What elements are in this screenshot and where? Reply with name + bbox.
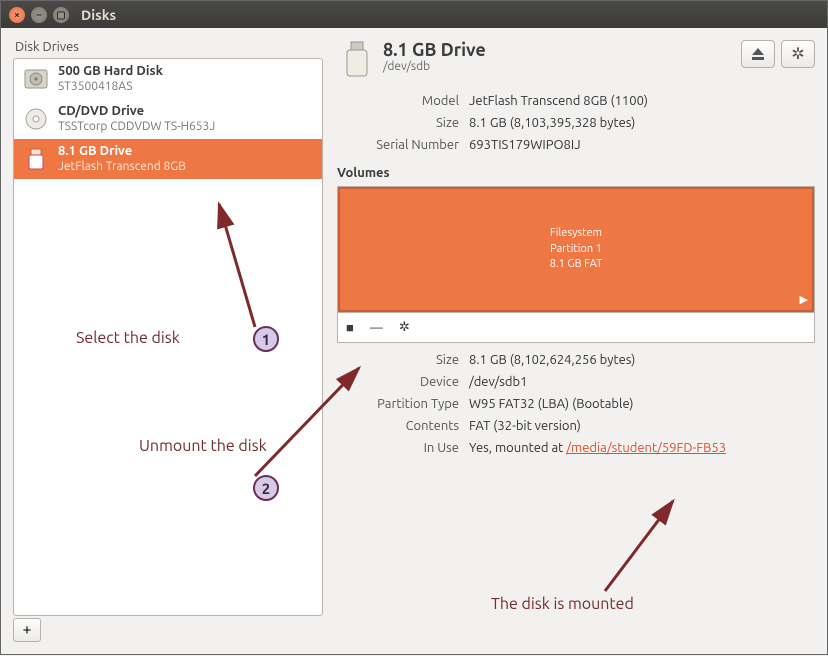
usb-drive-icon: [337, 40, 377, 80]
drive-subtitle: JetFlash Transcend 8GB: [58, 160, 186, 174]
annotation-text-1: Select the disk: [76, 329, 180, 347]
drive-subtitle: TSSTcorp CDDVDW TS-H653J: [58, 120, 215, 134]
eject-button[interactable]: [741, 40, 775, 68]
value-part-size: 8.1 GB (8,102,624,256 bytes): [469, 353, 815, 367]
usb-icon: [22, 145, 50, 173]
detail-pane: 8.1 GB Drive /dev/sdb ✲ ModelJetFlash Tr…: [337, 40, 815, 642]
unmount-button[interactable]: ■: [346, 320, 354, 335]
annotation-badge-2: 2: [253, 475, 279, 501]
disc-icon: [22, 105, 50, 133]
label-contents: Contents: [339, 419, 469, 433]
drive-title: 8.1 GB Drive: [58, 144, 186, 160]
drive-item-hdd[interactable]: 500 GB Hard Disk ST3500418AS: [14, 59, 322, 99]
mount-point-link[interactable]: /media/student/59FD-FB53: [566, 441, 726, 455]
value-model: JetFlash Transcend 8GB (1100): [469, 94, 815, 108]
volume-toolbar: ■ — ✲: [337, 313, 815, 343]
drive-subtitle: ST3500418AS: [58, 80, 163, 94]
drive-options-button[interactable]: ✲: [781, 40, 815, 68]
volumes-header: Volumes: [337, 156, 815, 186]
close-icon[interactable]: ×: [9, 7, 25, 23]
expand-icon: ▶: [800, 293, 808, 308]
drive-properties: ModelJetFlash Transcend 8GB (1100) Size8…: [339, 90, 815, 156]
drive-device-path: /dev/sdb: [383, 60, 741, 73]
partition-line3: 8.1 GB FAT: [550, 257, 602, 272]
label-model: Model: [339, 94, 469, 108]
add-disk-button[interactable]: +: [13, 618, 41, 642]
drive-title: CD/DVD Drive: [58, 104, 215, 120]
minimize-icon[interactable]: –: [31, 7, 47, 23]
volume-map[interactable]: Filesystem Partition 1 8.1 GB FAT ▶: [337, 186, 815, 313]
value-inuse: Yes, mounted at /media/student/59FD-FB53: [469, 441, 815, 455]
sidebar-header: Disk Drives: [13, 40, 323, 58]
app-window: × – ▢ Disks Disk Drives 500 GB Hard Disk…: [0, 0, 828, 655]
window-title: Disks: [81, 7, 116, 23]
label-part-size: Size: [339, 353, 469, 367]
gear-icon: ✲: [399, 320, 410, 334]
hdd-icon: [22, 65, 50, 93]
label-serial: Serial Number: [339, 138, 469, 152]
value-contents: FAT (32-bit version): [469, 419, 815, 433]
gear-icon: ✲: [791, 44, 804, 64]
label-part-type: Partition Type: [339, 397, 469, 411]
drive-title: 500 GB Hard Disk: [58, 64, 163, 80]
value-size: 8.1 GB (8,103,395,328 bytes): [469, 116, 815, 130]
drive-heading: 8.1 GB Drive: [383, 40, 741, 60]
drive-item-optical[interactable]: CD/DVD Drive TSSTcorp CDDVDW TS-H653J: [14, 99, 322, 139]
partition-line2: Partition 1: [550, 242, 602, 257]
annotation-badge-1: 1: [253, 326, 279, 352]
annotation-text-2: Unmount the disk: [139, 437, 267, 455]
value-part-type: W95 FAT32 (LBA) (Bootable): [469, 397, 815, 411]
drive-item-usb[interactable]: 8.1 GB Drive JetFlash Transcend 8GB: [14, 139, 322, 179]
label-inuse: In Use: [339, 441, 469, 455]
label-size: Size: [339, 116, 469, 130]
annotation-text-3: The disk is mounted: [491, 595, 634, 613]
partition-options-button[interactable]: ✲: [399, 320, 410, 335]
delete-partition-button[interactable]: —: [370, 321, 383, 335]
label-part-device: Device: [339, 375, 469, 389]
titlebar[interactable]: × – ▢ Disks: [1, 1, 827, 28]
eject-icon: [751, 47, 765, 61]
maximize-icon[interactable]: ▢: [53, 7, 69, 23]
inuse-prefix: Yes, mounted at: [469, 441, 566, 455]
partition-properties: Size8.1 GB (8,102,624,256 bytes) Device/…: [339, 349, 815, 459]
partition-line1: Filesystem: [550, 226, 602, 241]
value-serial: 693TIS179WIPO8IJ: [469, 138, 815, 152]
value-part-device: /dev/sdb1: [469, 375, 815, 389]
partition-block[interactable]: Filesystem Partition 1 8.1 GB FAT ▶: [338, 187, 814, 312]
